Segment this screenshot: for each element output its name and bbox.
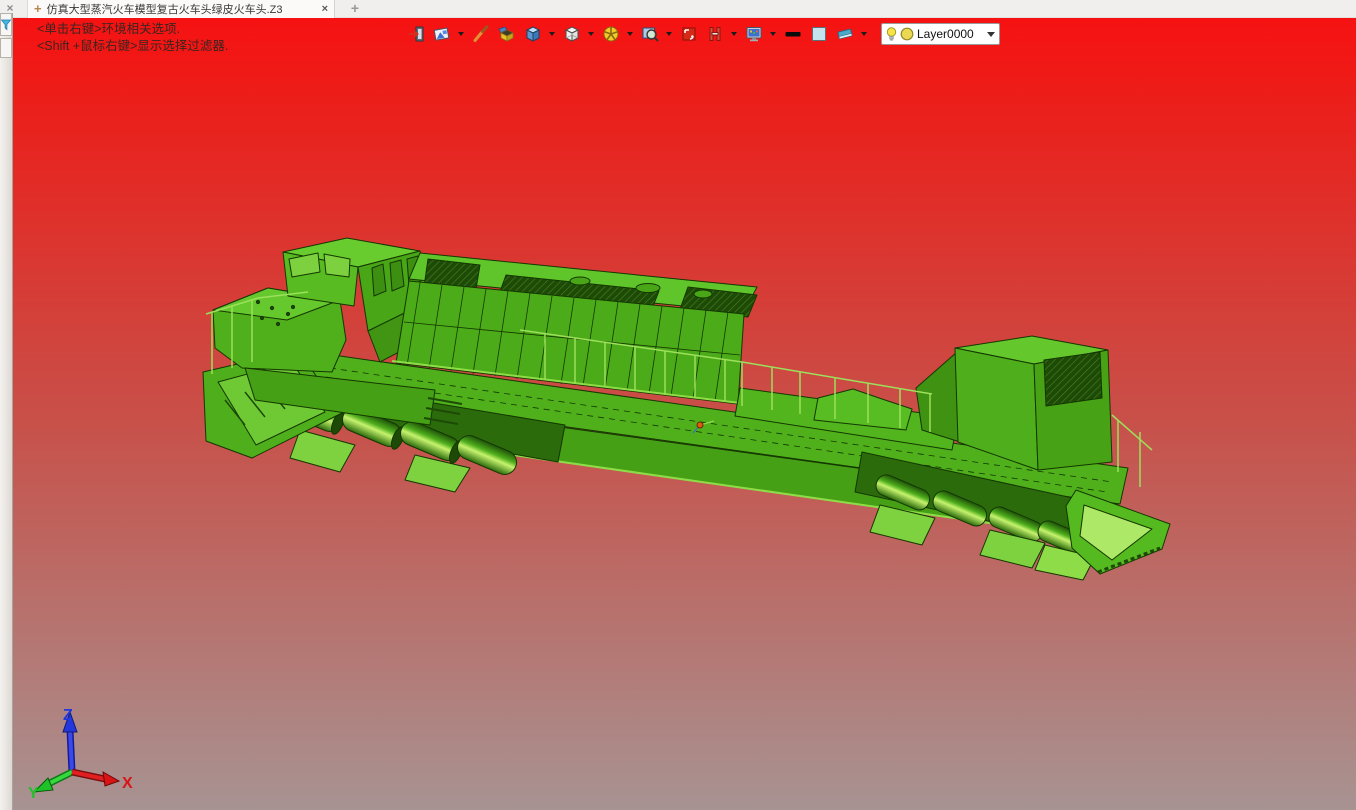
funnel-icon — [1, 19, 11, 30]
locomotive-model[interactable] — [13, 18, 1356, 810]
document-tab[interactable]: + 仿真大型蒸汽火车模型复古火车头绿皮火车头.Z3 × — [27, 0, 335, 18]
tab-bar: × + 仿真大型蒸汽火车模型复古火车头绿皮火车头.Z3 × + — [0, 0, 1356, 18]
filter-button[interactable] — [0, 13, 12, 36]
viewport-3d[interactable]: <单击右键>环境相关选项. <Shift +鼠标右键>显示选择过滤器. Laye… — [13, 18, 1356, 810]
x-axis-label: X — [122, 775, 133, 792]
coordinate-triad: Z Y X — [28, 707, 133, 802]
document-tab-title: 仿真大型蒸汽火车模型复古火车头绿皮火车头.Z3 — [46, 4, 283, 16]
tab-close-icon[interactable]: × — [322, 3, 328, 15]
z-axis-label: Z — [63, 707, 73, 724]
document-icon: + — [34, 1, 42, 16]
y-axis-label: Y — [28, 785, 39, 802]
loco-geometry — [202, 237, 1171, 581]
collapsed-panel-button[interactable] — [0, 38, 12, 58]
left-panel-strip — [0, 13, 13, 810]
new-tab-button[interactable]: + — [344, 0, 366, 18]
